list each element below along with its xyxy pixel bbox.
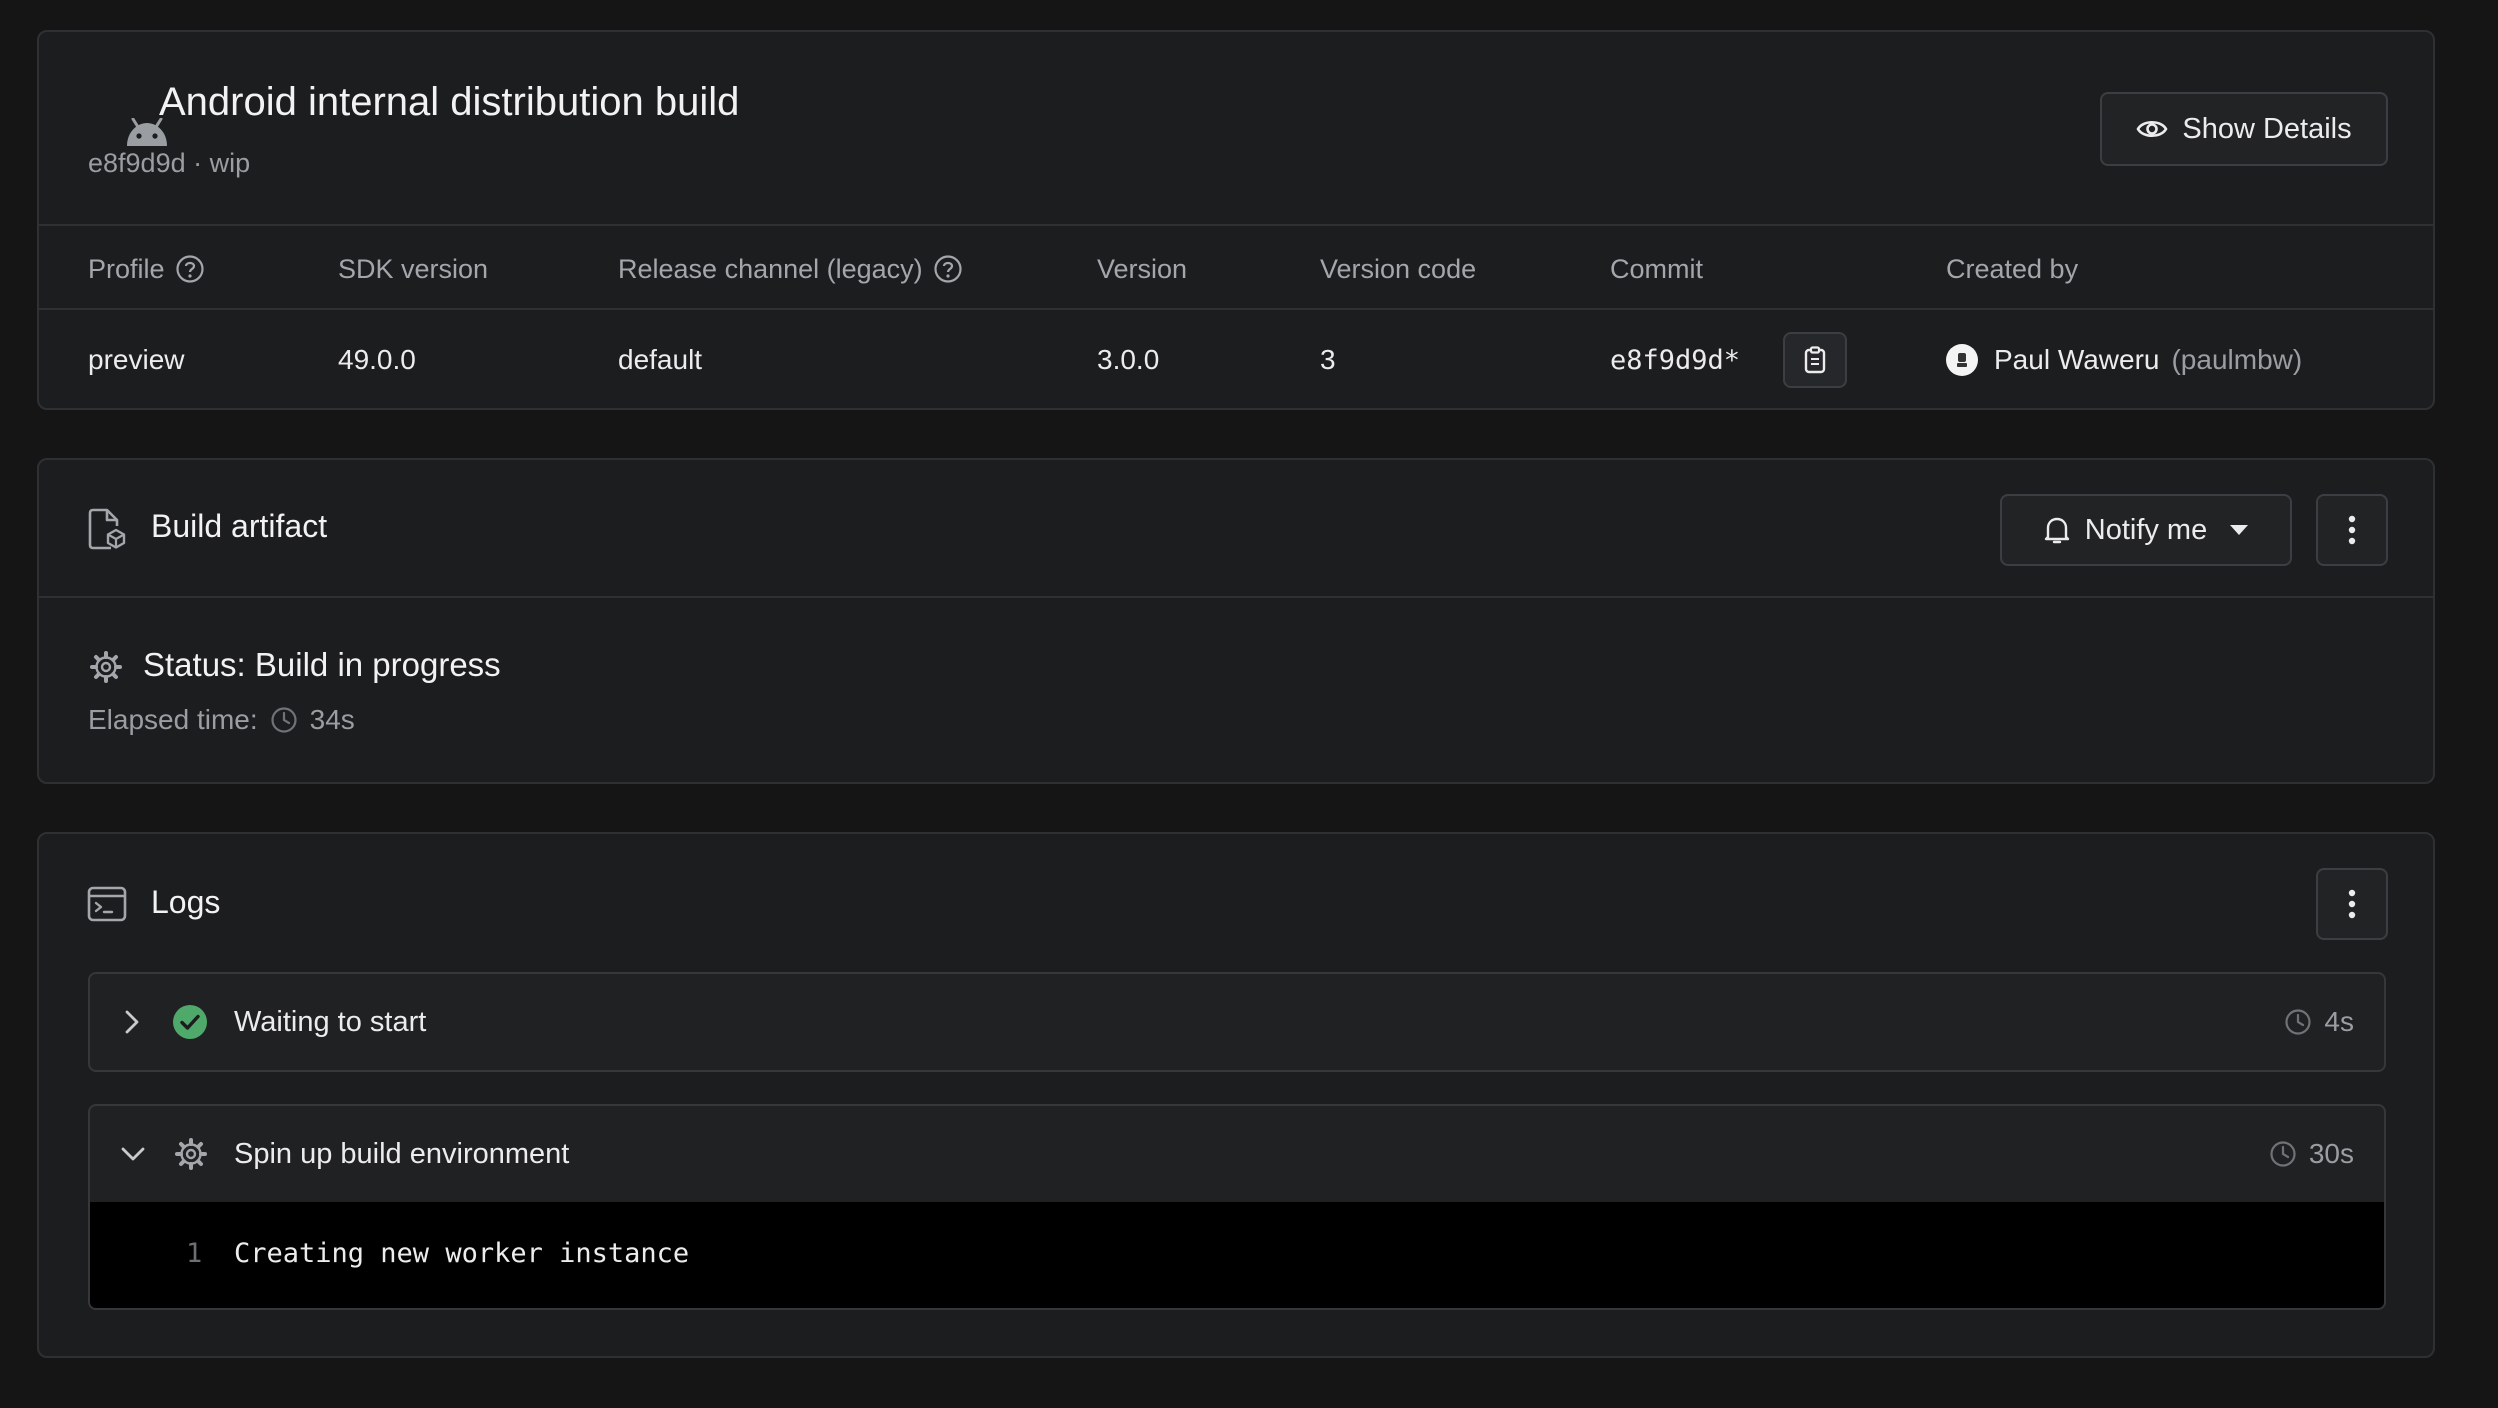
- build-header: Android internal distribution build e8f9…: [39, 32, 2433, 226]
- artifact-more-button[interactable]: [2316, 494, 2388, 566]
- log-line-number: 1: [186, 1238, 203, 1269]
- version-code-header: Version code: [1320, 253, 1477, 284]
- chevron-right-icon[interactable]: [124, 1009, 140, 1035]
- artifact-header: Build artifact Notify me: [39, 460, 2433, 598]
- build-summary-card: Android internal distribution build e8f9…: [37, 30, 2435, 410]
- log-step-title: Spin up build environment: [234, 1137, 570, 1170]
- check-circle-icon: [172, 1004, 208, 1040]
- log-line-text: Creating new worker instance: [234, 1238, 690, 1269]
- log-step[interactable]: Waiting to start 4s: [88, 972, 2386, 1072]
- copy-commit-button[interactable]: [1783, 332, 1847, 388]
- help-circle-icon[interactable]: [933, 254, 963, 284]
- created-by-header: Created by: [1946, 253, 2079, 284]
- notify-me-button[interactable]: Notify me: [2000, 494, 2292, 566]
- version-code-value: 3: [1320, 344, 1336, 375]
- build-title: Android internal distribution build: [159, 80, 740, 124]
- build-status: Status: Build in progress: [143, 646, 501, 683]
- artifact-file-icon: [87, 508, 127, 550]
- release-channel-header-label: Release channel (legacy): [618, 253, 923, 284]
- clock-icon: [2269, 1140, 2297, 1168]
- version-header: Version: [1097, 253, 1188, 284]
- logs-more-button[interactable]: [2316, 868, 2388, 940]
- log-step-duration-value: 30s: [2308, 1138, 2354, 1169]
- build-meta-values-row: preview 49.0.0 default 3.0.0 3 e8f9d9d* …: [39, 310, 2433, 408]
- build-subtitle: e8f9d9d · wip: [88, 148, 251, 178]
- help-circle-icon[interactable]: [175, 254, 205, 284]
- gear-icon: [89, 650, 123, 684]
- elapsed-value: 34s: [309, 704, 355, 735]
- release-channel-value: default: [618, 344, 703, 375]
- logs-card: Logs Waiting to start 4s Spin up build e…: [37, 832, 2435, 1358]
- build-artifact-card: Build artifact Notify me Status: Build i…: [37, 458, 2435, 784]
- artifact-title: Build artifact: [151, 508, 328, 544]
- build-meta-header-row: Profile SDK version Release channel (leg…: [39, 228, 2433, 310]
- logs-title: Logs: [151, 884, 221, 920]
- release-channel-header: Release channel (legacy): [618, 228, 963, 310]
- creator[interactable]: Paul Waweru (paulmbw): [1946, 310, 2303, 408]
- bell-icon: [2043, 515, 2071, 545]
- kebab-icon: [2348, 889, 2356, 919]
- log-step-header[interactable]: Waiting to start 4s: [90, 974, 2384, 1070]
- gear-icon: [174, 1137, 208, 1171]
- terminal-icon: [87, 886, 127, 922]
- caret-down-icon: [2229, 524, 2249, 536]
- clipboard-icon: [1804, 346, 1826, 374]
- log-step-duration-value: 4s: [2324, 1006, 2354, 1037]
- eye-icon: [2136, 117, 2168, 141]
- log-step[interactable]: Spin up build environment 30s 1 Creating…: [88, 1104, 2386, 1310]
- show-details-label: Show Details: [2182, 112, 2352, 145]
- log-step-header[interactable]: Spin up build environment 30s: [90, 1106, 2384, 1202]
- log-step-title: Waiting to start: [234, 1005, 427, 1038]
- creator-name: Paul Waweru: [1994, 344, 2160, 375]
- sdk-version-header: SDK version: [338, 253, 489, 284]
- profile-header-label: Profile: [88, 253, 165, 284]
- kebab-icon: [2348, 515, 2356, 545]
- show-details-button[interactable]: Show Details: [2100, 92, 2388, 166]
- chevron-down-icon[interactable]: [120, 1146, 146, 1162]
- clock-icon: [2284, 1008, 2312, 1036]
- notify-me-label: Notify me: [2084, 513, 2208, 546]
- sdk-version-value: 49.0.0: [338, 344, 416, 375]
- elapsed-label: Elapsed time:: [88, 704, 258, 735]
- log-step-duration: 4s: [2284, 1006, 2354, 1038]
- commit-link[interactable]: e8f9d9d*: [1610, 310, 1740, 408]
- commit-header: Commit: [1610, 253, 1703, 284]
- version-value: 3.0.0: [1097, 344, 1160, 375]
- creator-handle: (paulmbw): [2171, 344, 2303, 375]
- avatar-icon: [1946, 344, 1978, 376]
- profile-value: preview: [88, 344, 185, 375]
- log-output: 1 Creating new worker instance: [90, 1202, 2384, 1308]
- elapsed-time: Elapsed time: 34s: [88, 704, 355, 736]
- profile-header: Profile: [88, 228, 205, 310]
- log-step-duration: 30s: [2269, 1138, 2354, 1170]
- clock-icon: [270, 706, 298, 734]
